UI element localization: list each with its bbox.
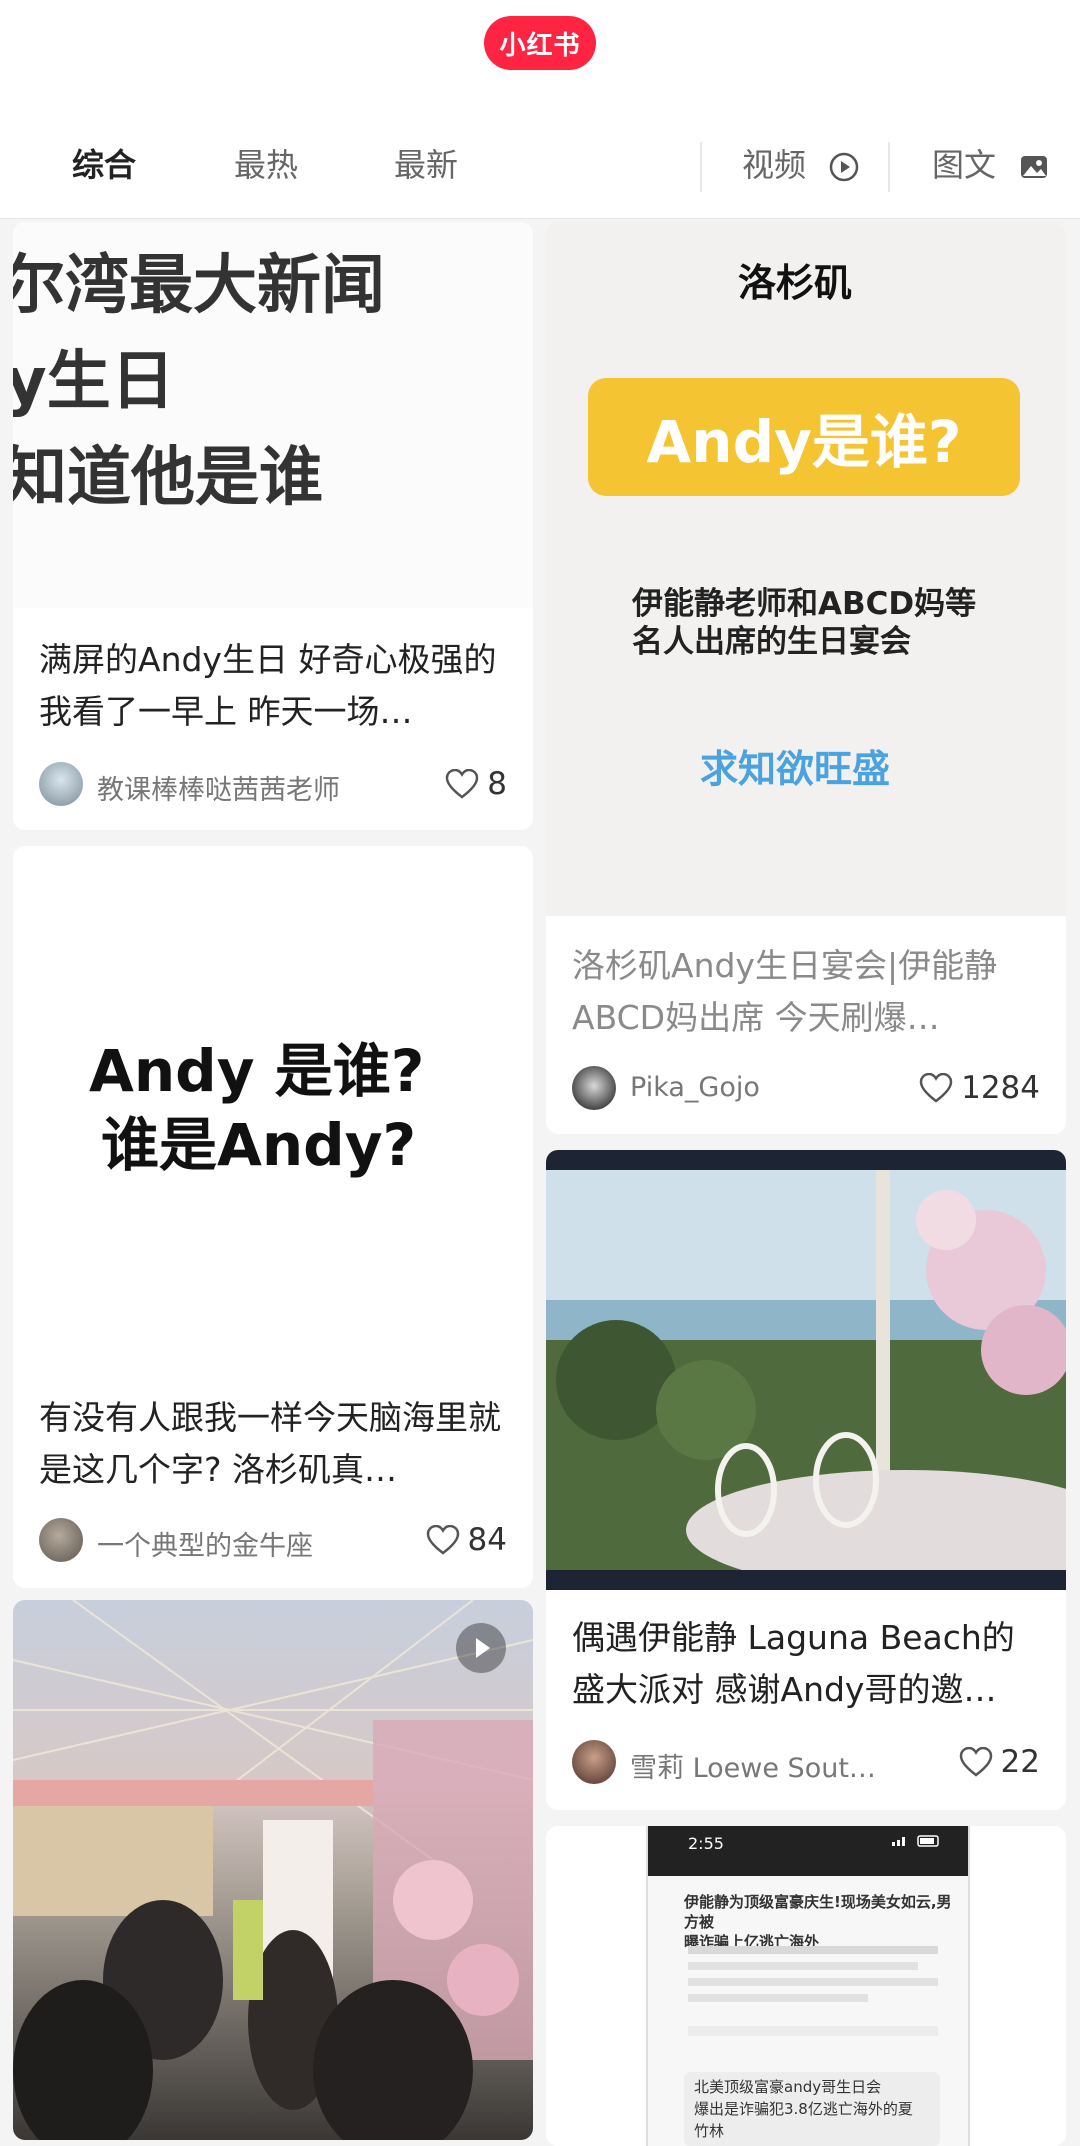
tab-divider (700, 142, 702, 192)
tab-bar: 综合 最热 最新 视频 图文 (0, 130, 1080, 210)
party-scene (13, 1600, 533, 2140)
cover-text-line: 谁是Andy? (101, 1111, 417, 1179)
note-cover: 2:55 伊能静为顶级富豪庆生!现场美女如云,男方被 曝诈骗上亿逃亡海外 北美顶… (546, 1826, 1066, 2146)
text-line-placeholder (688, 2026, 938, 2036)
tab-hottest[interactable]: 最热 (234, 140, 298, 186)
heart-icon (919, 1073, 953, 1103)
avatar[interactable] (39, 1518, 83, 1562)
quote-line: 爆出是诈骗犯3.8亿逃亡海外的夏 (694, 2100, 913, 2118)
tab-video[interactable]: 视频 (742, 140, 860, 186)
note-meta: 雪莉 Loewe South Co... 22 (572, 1740, 1040, 1788)
note-card[interactable]: 洛杉矶 Andy是谁? 伊能静老师和ABCD妈等 名人出席的生日宴会 求知欲旺盛… (546, 222, 1066, 1134)
like-button[interactable]: 22 (959, 1744, 1040, 1780)
note-card[interactable]: 2:55 伊能静为顶级富豪庆生!现场美女如云,男方被 曝诈骗上亿逃亡海外 北美顶… (546, 1826, 1066, 2146)
quote-line: 北美顶级富豪andy哥生日会 (694, 2078, 882, 2096)
heart-icon (426, 1525, 459, 1555)
text-line-placeholder (688, 1946, 938, 1954)
note-card[interactable]: 尔湾最大新闻 y生日 知道他是谁 满屏的Andy生日 好奇心极强的我看了一早上 … (13, 222, 533, 830)
quote-box: 北美顶级富豪andy哥生日会 爆出是诈骗犯3.8亿逃亡海外的夏 竹林 (684, 2072, 940, 2146)
note-title: 满屏的Andy生日 好奇心极强的我看了一早上 昨天一场… (39, 640, 497, 731)
heart-icon (446, 769, 479, 799)
beach-party-photo (546, 1170, 1066, 1590)
avatar[interactable] (572, 1740, 616, 1784)
cover-heading: 洛杉矶 (738, 261, 853, 305)
like-button[interactable]: 8 (445, 766, 507, 802)
note-title: 有没有人跟我一样今天脑海里就是这几个字? 洛杉矶真… (39, 1398, 501, 1489)
author-name[interactable]: Pika_Gojo (630, 1072, 760, 1103)
like-count: 1284 (961, 1070, 1040, 1106)
note-title: 偶遇伊能静 Laguna Beach的盛大派对 感谢Andy哥的邀… (572, 1618, 1015, 1709)
phone-status-bar: 2:55 (648, 1826, 968, 1876)
phone-screenshot: 2:55 伊能静为顶级富豪庆生!现场美女如云,男方被 曝诈骗上亿逃亡海外 北美顶… (646, 1826, 970, 2146)
play-icon[interactable] (455, 1622, 507, 1674)
text-line-placeholder (688, 1962, 918, 1970)
like-count: 22 (1000, 1744, 1040, 1780)
heart-icon (959, 1747, 992, 1777)
battery-icon (892, 1835, 939, 1847)
note-cover: 洛杉矶 Andy是谁? 伊能静老师和ABCD妈等 名人出席的生日宴会 求知欲旺盛 (546, 222, 1066, 916)
tab-divider (888, 142, 890, 192)
author-name[interactable]: 一个典型的金牛座 (97, 1524, 313, 1563)
avatar[interactable] (572, 1066, 616, 1110)
news-title: 伊能静为顶级富豪庆生!现场美女如云,男方被 曝诈骗上亿逃亡海外 (684, 1892, 954, 1952)
phone-time: 2:55 (688, 1834, 724, 1853)
news-title-line: 伊能静为顶级富豪庆生!现场美女如云,男方被 (684, 1893, 952, 1931)
cover-badge: Andy是谁? (588, 378, 1020, 496)
like-count: 8 (487, 766, 507, 802)
note-cover (546, 1150, 1066, 1590)
like-button[interactable]: 84 (426, 1522, 507, 1558)
cover-text-line: Andy 是谁? (89, 1037, 425, 1105)
note-card[interactable]: 偶遇伊能静 Laguna Beach的盛大派对 感谢Andy哥的邀… 雪莉 Lo… (546, 1150, 1066, 1810)
note-title: 洛杉矶Andy生日宴会|伊能静ABCD妈出席 今天刷爆… (572, 946, 998, 1037)
top-bar: 小红书 综合 最热 最新 视频 图文 (0, 0, 1080, 219)
cover-text-line: 知道他是谁 (13, 441, 323, 515)
note-card[interactable]: Andy 是谁? 谁是Andy? 有没有人跟我一样今天脑海里就是这几个字? 洛杉… (13, 846, 533, 1588)
tab-latest[interactable]: 最新 (394, 140, 458, 186)
author-name[interactable]: 雪莉 Loewe South Co... (630, 1746, 880, 1785)
cover-subtitle: 名人出席的生日宴会 (632, 624, 911, 660)
tab-video-label: 视频 (742, 146, 807, 184)
tab-comprehensive[interactable]: 综合 (72, 140, 136, 186)
app-logo[interactable]: 小红书 (484, 16, 596, 70)
play-circle-icon (829, 152, 859, 182)
note-card[interactable] (13, 1600, 533, 2140)
note-cover: Andy 是谁? 谁是Andy? (13, 846, 533, 1370)
note-meta: 教课棒棒哒茜茜老师 8 (39, 762, 507, 810)
note-meta: 一个典型的金牛座 84 (39, 1518, 507, 1566)
like-button[interactable]: 1284 (919, 1070, 1040, 1106)
avatar[interactable] (39, 762, 83, 806)
tab-image-text[interactable]: 图文 (932, 140, 1050, 186)
note-meta: Pika_Gojo 1284 (572, 1066, 1040, 1114)
image-icon (1021, 156, 1048, 178)
video-cover (13, 1600, 533, 2140)
cover-text-line: y生日 (13, 345, 175, 419)
cover-text-line: 尔湾最大新闻 (13, 249, 385, 323)
text-line-placeholder (688, 1994, 868, 2002)
cover-blue-text: 求知欲旺盛 (700, 747, 891, 791)
quote-line: 竹林 (694, 2122, 725, 2140)
tab-image-text-label: 图文 (932, 146, 997, 184)
author-name[interactable]: 教课棒棒哒茜茜老师 (97, 768, 340, 807)
note-cover: 尔湾最大新闻 y生日 知道他是谁 (13, 222, 533, 608)
like-count: 84 (467, 1522, 507, 1558)
text-line-placeholder (688, 1978, 938, 1986)
